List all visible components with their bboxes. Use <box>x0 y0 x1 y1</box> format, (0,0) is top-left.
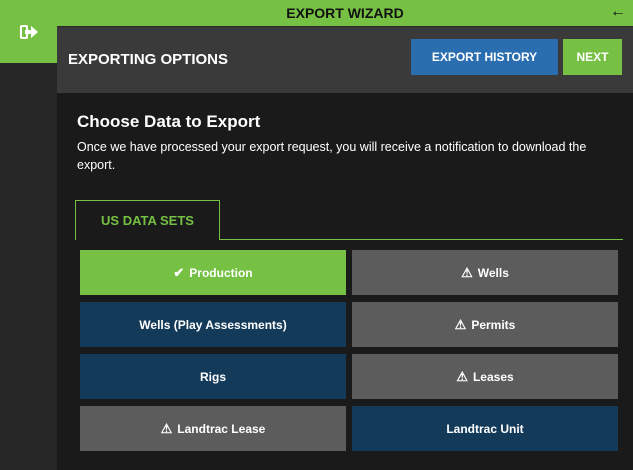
dataset-tile-landtrac-lease[interactable]: ⚠ Landtrac Lease <box>80 406 346 451</box>
dataset-label: Wells <box>477 265 509 280</box>
export-history-button[interactable]: EXPORT HISTORY <box>411 39 558 75</box>
dataset-label: Permits <box>471 317 516 332</box>
dataset-tile-leases[interactable]: ⚠ Leases <box>352 354 618 399</box>
sign-out-icon <box>19 24 38 39</box>
next-button[interactable]: NEXT <box>563 39 622 75</box>
wizard-titlebar: EXPORT WIZARD ← <box>57 0 633 27</box>
dataset-tile-rigs[interactable]: Rigs <box>80 354 346 399</box>
section-heading: Choose Data to Export <box>77 112 261 131</box>
wizard-title: EXPORT WIZARD <box>286 5 404 21</box>
dataset-label: Landtrac Lease <box>177 421 266 436</box>
warning-icon: ⚠ <box>160 420 173 436</box>
dataset-label: Landtrac Unit <box>446 421 524 436</box>
dataset-label: Leases <box>472 369 514 384</box>
options-bar: EXPORTING OPTIONS EXPORT HISTORY NEXT <box>57 27 633 93</box>
warning-icon: ⚠ <box>454 316 467 332</box>
dataset-label: Wells (Play Assessments) <box>139 317 287 332</box>
options-title: EXPORTING OPTIONS <box>68 51 229 68</box>
export-rail-button[interactable] <box>0 0 57 63</box>
check-icon: ✔ <box>173 264 185 280</box>
tab-us-data-sets[interactable]: US DATA SETS <box>75 200 220 240</box>
dataset-label: Production <box>189 265 253 280</box>
content-area: Choose Data to Export Once we have proce… <box>57 93 633 470</box>
dataset-tile-wells[interactable]: ⚠ Wells <box>352 250 618 295</box>
warning-icon: ⚠ <box>461 264 473 280</box>
back-arrow-icon[interactable]: ← <box>610 3 626 21</box>
dataset-tile-production[interactable]: ✔ Production <box>80 250 346 295</box>
left-rail <box>0 0 57 470</box>
section-description: Once we have processed your export reque… <box>77 140 587 172</box>
dataset-tile-permits[interactable]: ⚠ Permits <box>352 302 618 347</box>
dataset-tile-wells-play-assessments[interactable]: Wells (Play Assessments) <box>80 302 346 347</box>
export-wizard-panel: EXPORT WIZARD ← EXPORTING OPTIONS EXPORT… <box>57 0 633 470</box>
dataset-tile-landtrac-unit[interactable]: Landtrac Unit <box>352 406 618 451</box>
dataset-label: Rigs <box>199 369 226 384</box>
warning-icon: ⚠ <box>456 368 468 384</box>
